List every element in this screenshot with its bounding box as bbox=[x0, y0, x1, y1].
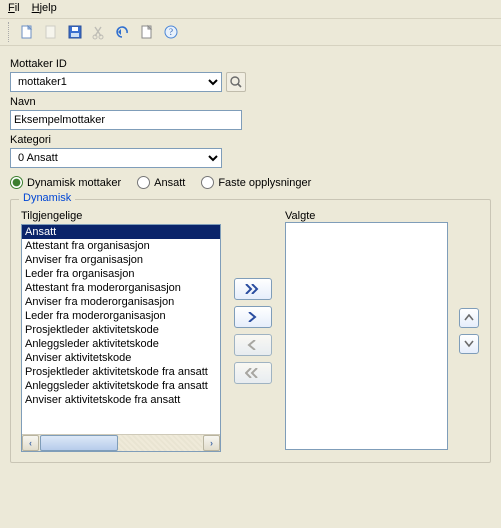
move-all-left-button[interactable] bbox=[234, 362, 272, 384]
chevron-left-icon bbox=[247, 340, 259, 350]
label-kategori: Kategori bbox=[10, 134, 491, 146]
move-down-button[interactable] bbox=[459, 334, 479, 354]
page-icon[interactable] bbox=[138, 23, 156, 41]
undo-icon[interactable] bbox=[114, 23, 132, 41]
list-item[interactable]: Anviser aktivitetskode bbox=[22, 351, 220, 365]
available-column: Tilgjengelige AnsattAttestant fra organi… bbox=[21, 210, 221, 452]
move-left-button[interactable] bbox=[234, 334, 272, 356]
radio-faste-label: Faste opplysninger bbox=[218, 177, 311, 189]
chosen-listbox[interactable] bbox=[285, 222, 448, 450]
list-item[interactable]: Anviser fra moderorganisasjon bbox=[22, 295, 220, 309]
chevron-right-icon bbox=[247, 312, 259, 322]
list-item[interactable]: Leder fra moderorganisasjon bbox=[22, 309, 220, 323]
move-all-right-button[interactable] bbox=[234, 278, 272, 300]
move-right-button[interactable] bbox=[234, 306, 272, 328]
move-up-button[interactable] bbox=[459, 308, 479, 328]
menu-help[interactable]: Hjelp bbox=[32, 2, 57, 14]
save-icon[interactable] bbox=[66, 23, 84, 41]
svg-text:?: ? bbox=[169, 27, 173, 37]
list-item[interactable]: Anviser fra organisasjon bbox=[22, 253, 220, 267]
list-item[interactable]: Attestant fra organisasjon bbox=[22, 239, 220, 253]
hscroll-thumb[interactable] bbox=[40, 435, 118, 451]
cut-icon bbox=[90, 23, 108, 41]
double-chevron-right-icon bbox=[245, 284, 261, 294]
chosen-column: Valgte bbox=[285, 210, 448, 452]
navn-input[interactable] bbox=[10, 110, 242, 130]
list-item[interactable]: Prosjektleder aktivitetskode bbox=[22, 323, 220, 337]
radio-ansatt-label: Ansatt bbox=[154, 177, 185, 189]
menu-file-rest: il bbox=[15, 2, 20, 14]
radio-dynamisk-input[interactable] bbox=[10, 176, 23, 189]
open-icon bbox=[42, 23, 60, 41]
available-listbox[interactable]: AnsattAttestant fra organisasjonAnviser … bbox=[21, 224, 221, 452]
radio-faste[interactable]: Faste opplysninger bbox=[201, 176, 311, 189]
menu-file[interactable]: Fil bbox=[8, 2, 20, 14]
search-icon bbox=[229, 75, 243, 89]
list-item[interactable]: Prosjektleder aktivitetskode fra ansatt bbox=[22, 365, 220, 379]
new-icon[interactable] bbox=[18, 23, 36, 41]
fieldset-dynamisk: Dynamisk Tilgjengelige AnsattAttestant f… bbox=[10, 199, 491, 463]
available-label: Tilgjengelige bbox=[21, 210, 221, 222]
available-hscrollbar[interactable]: ‹ › bbox=[22, 434, 220, 451]
hscroll-right-icon[interactable]: › bbox=[203, 435, 220, 451]
radio-dynamisk-label: Dynamisk mottaker bbox=[27, 177, 121, 189]
form-area: Mottaker ID mottaker1 Navn Kategori 0 An… bbox=[0, 46, 501, 473]
label-navn: Navn bbox=[10, 96, 491, 108]
toolbar-grip bbox=[8, 22, 10, 42]
search-button[interactable] bbox=[226, 72, 246, 92]
hscroll-left-icon[interactable]: ‹ bbox=[22, 435, 39, 451]
radio-group: Dynamisk mottaker Ansatt Faste opplysnin… bbox=[10, 176, 491, 189]
move-buttons bbox=[231, 210, 275, 452]
chevron-down-icon bbox=[464, 340, 474, 348]
list-item[interactable]: Anleggsleder aktivitetskode bbox=[22, 337, 220, 351]
mottaker-id-combo[interactable]: mottaker1 bbox=[10, 72, 222, 92]
list-item[interactable]: Ansatt bbox=[22, 225, 220, 239]
kategori-combo[interactable]: 0 Ansatt bbox=[10, 148, 222, 168]
menu-bar: Fil Hjelp bbox=[0, 0, 501, 19]
radio-faste-input[interactable] bbox=[201, 176, 214, 189]
fieldset-legend: Dynamisk bbox=[19, 192, 75, 204]
chevron-up-icon bbox=[464, 314, 474, 322]
radio-ansatt[interactable]: Ansatt bbox=[137, 176, 185, 189]
radio-dynamisk[interactable]: Dynamisk mottaker bbox=[10, 176, 121, 189]
list-item[interactable]: Anviser aktivitetskode fra ansatt bbox=[22, 393, 220, 407]
help-icon[interactable]: ? bbox=[162, 23, 180, 41]
chosen-label: Valgte bbox=[285, 210, 448, 222]
list-item[interactable]: Anleggsleder aktivitetskode fra ansatt bbox=[22, 379, 220, 393]
list-item[interactable]: Attestant fra moderorganisasjon bbox=[22, 281, 220, 295]
reorder-buttons bbox=[458, 210, 480, 452]
double-chevron-left-icon bbox=[245, 368, 261, 378]
hscroll-track[interactable] bbox=[40, 435, 202, 451]
menu-help-rest: jelp bbox=[40, 2, 57, 14]
list-item[interactable]: Leder fra organisasjon bbox=[22, 267, 220, 281]
radio-ansatt-input[interactable] bbox=[137, 176, 150, 189]
toolbar: ? bbox=[0, 19, 501, 46]
label-mottaker-id: Mottaker ID bbox=[10, 58, 491, 70]
